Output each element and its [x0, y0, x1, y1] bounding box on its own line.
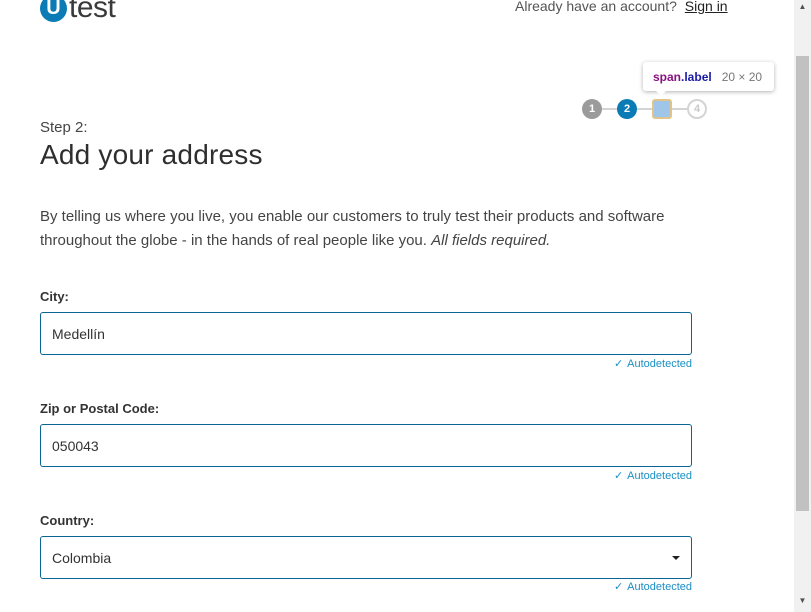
country-value: Colombia: [52, 549, 112, 566]
tooltip-tag: span: [653, 69, 682, 84]
progress-steps: 1 2 3 4: [582, 99, 707, 119]
city-label: City:: [40, 289, 69, 304]
step-connector: [637, 108, 652, 110]
tooltip-dimensions: 20 × 20: [721, 69, 763, 84]
step-3: 3: [652, 99, 672, 119]
account-prompt-text: Already have an account?: [515, 0, 677, 14]
zip-input[interactable]: 050043: [40, 424, 692, 467]
city-autodetected: ✓ Autodetected: [613, 357, 692, 371]
page-title: Add your address: [40, 139, 263, 170]
step-label: Step 2:: [40, 119, 88, 136]
logo-mark: U: [40, 0, 67, 22]
intro-emphasis: All fields required.: [431, 232, 551, 249]
intro-paragraph: By telling us where you live, you enable…: [40, 205, 720, 253]
zip-label: Zip or Postal Code:: [40, 401, 160, 416]
logo-text: test: [69, 0, 116, 24]
country-status: Autodetected: [627, 580, 692, 593]
step-1: 1: [582, 99, 602, 119]
tooltip-arrow: [655, 90, 667, 96]
inspector-tooltip: span .label 20 × 20: [643, 62, 774, 91]
country-label: Country:: [40, 513, 95, 528]
zip-value: 050043: [52, 437, 99, 454]
check-icon: ✓: [613, 470, 624, 482]
scroll-thumb[interactable]: [796, 56, 809, 511]
intro-text: By telling us where you live, you enable…: [40, 208, 665, 249]
signin-prompt: Already have an account? Sign in: [515, 0, 728, 14]
check-icon: ✓: [613, 358, 624, 370]
step-connector: [602, 108, 617, 110]
dropdown-arrow-icon: [672, 556, 680, 560]
step-4: 4: [687, 99, 707, 119]
zip-autodetected: ✓ Autodetected: [613, 469, 692, 483]
check-icon: ✓: [613, 581, 624, 593]
signin-link[interactable]: Sign in: [685, 0, 728, 14]
city-value: Medellín: [52, 325, 105, 342]
utest-logo[interactable]: U test: [40, 0, 116, 24]
step-2: 2: [617, 99, 637, 119]
vertical-scrollbar[interactable]: ▲ ▼: [794, 0, 811, 612]
scroll-down-arrow-icon[interactable]: ▼: [794, 596, 811, 610]
country-autodetected: ✓ Autodetected: [613, 580, 692, 594]
city-status: Autodetected: [627, 357, 692, 370]
scroll-up-arrow-icon[interactable]: ▲: [794, 2, 811, 16]
country-select[interactable]: Colombia: [40, 536, 692, 579]
step-connector: [672, 108, 687, 110]
city-input[interactable]: Medellín: [40, 312, 692, 355]
tooltip-class: .label: [681, 69, 712, 84]
zip-status: Autodetected: [627, 469, 692, 482]
